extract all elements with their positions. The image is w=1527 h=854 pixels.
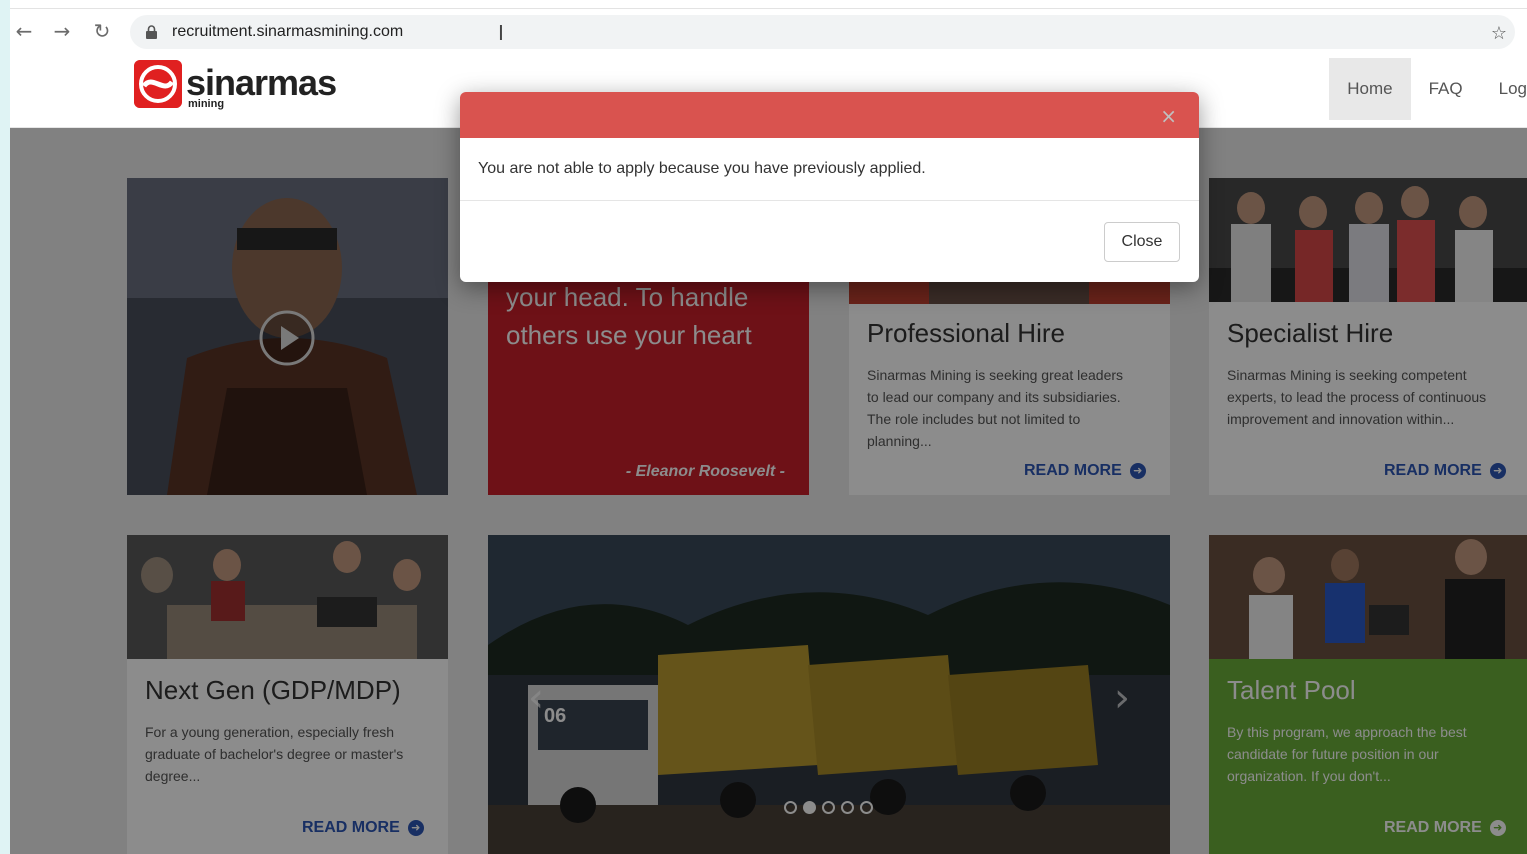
text-cursor-icon: I <box>498 21 504 45</box>
modal-header: × <box>460 92 1199 138</box>
lock-icon <box>146 25 157 39</box>
back-arrow-icon[interactable]: ← <box>12 19 36 43</box>
error-modal: × You are not able to apply because you … <box>460 92 1199 282</box>
sinarmas-logo[interactable]: sinarmas mining <box>134 60 344 112</box>
nav-faq[interactable]: FAQ <box>1411 58 1481 120</box>
browser-toolbar: ← → ↻ recruitment.sinarmasmining.com I ☆ <box>10 8 1527 54</box>
bookmark-star-icon[interactable]: ☆ <box>1491 23 1507 44</box>
top-navigation: Home FAQ Log <box>1329 58 1527 120</box>
modal-message: You are not able to apply because you ha… <box>478 160 926 177</box>
logo-subtext: mining <box>188 98 225 110</box>
url-text: recruitment.sinarmasmining.com <box>172 23 404 40</box>
nav-home[interactable]: Home <box>1329 58 1411 120</box>
logo-mark-icon <box>134 60 182 108</box>
browser-window: ← → ↻ recruitment.sinarmasmining.com I ☆… <box>10 0 1527 854</box>
reload-icon[interactable]: ↻ <box>90 19 114 43</box>
close-x-icon[interactable]: × <box>1160 104 1177 128</box>
address-bar[interactable]: recruitment.sinarmasmining.com I ☆ <box>130 15 1515 49</box>
modal-divider <box>460 200 1199 201</box>
close-button[interactable]: Close <box>1104 222 1180 262</box>
nav-login[interactable]: Log <box>1481 58 1527 120</box>
forward-arrow-icon[interactable]: → <box>50 19 74 43</box>
